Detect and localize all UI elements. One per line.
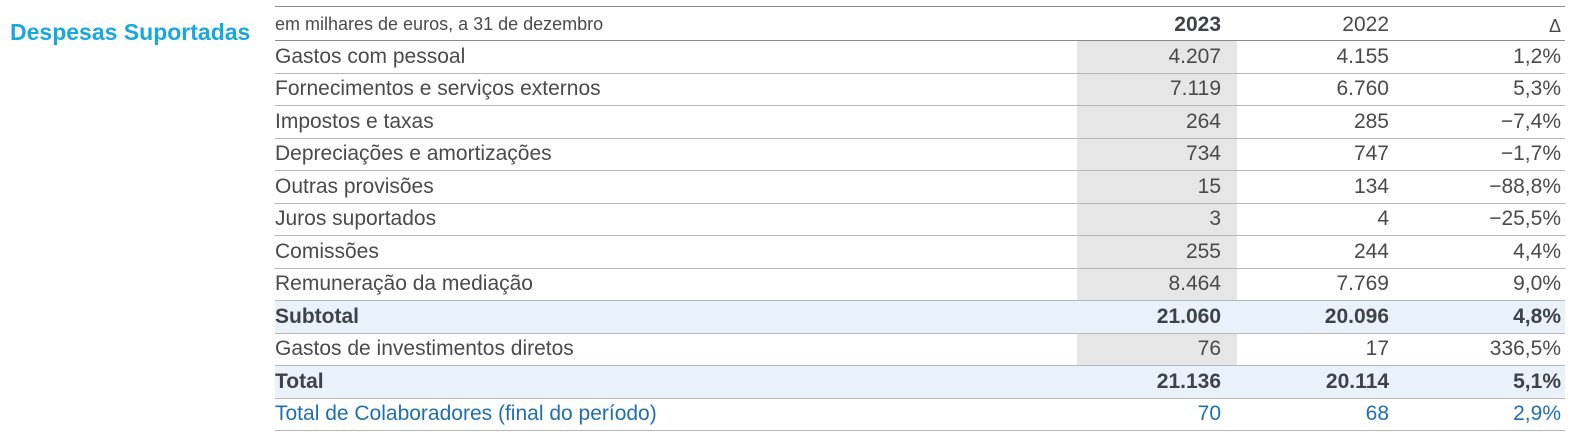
table-row: Outras provisões 15 134 −88,8%: [275, 171, 1565, 204]
value-delta: 1,2%: [1513, 44, 1561, 68]
value-2023: 264: [1077, 106, 1237, 138]
value-2022: 244: [1353, 239, 1389, 263]
row-label: Gastos com pessoal: [275, 44, 466, 68]
value-2023: 76: [1077, 333, 1237, 365]
value-2023: 4.207: [1077, 41, 1237, 73]
value-delta: 336,5%: [1489, 337, 1561, 361]
employees-2022: 68: [1365, 402, 1389, 426]
value-2023: 734: [1077, 138, 1237, 170]
table-header-row: em milhares de euros, a 31 de dezembro 2…: [275, 7, 1565, 41]
value-delta: 4,4%: [1513, 239, 1561, 263]
table-row: Juros suportados 3 4 −25,5%: [275, 203, 1565, 236]
total-row: Total 21.136 20.114 5,1%: [275, 366, 1565, 399]
value-delta: 9,0%: [1513, 272, 1561, 296]
header-2022: 2022: [1342, 13, 1389, 36]
subtotal-row: Subtotal 21.060 20.096 4,8%: [275, 301, 1565, 334]
table-row: Fornecimentos e serviços externos 7.119 …: [275, 73, 1565, 106]
employees-2023: 70: [1197, 402, 1221, 426]
value-delta: −25,5%: [1489, 207, 1561, 231]
direct-investments-row: Gastos de investimentos diretos 76 17 33…: [275, 333, 1565, 366]
subtotal-2023: 21.060: [1156, 304, 1221, 328]
row-label: Depreciações e amortizações: [275, 142, 552, 166]
value-2022: 4.155: [1336, 44, 1389, 68]
unit-note: em milhares de euros, a 31 de dezembro: [275, 14, 604, 34]
employees-label: Total de Colaboradores (final do período…: [275, 402, 657, 426]
table-row: Depreciações e amortizações 734 747 −1,7…: [275, 138, 1565, 171]
table-row: Impostos e taxas 264 285 −7,4%: [275, 106, 1565, 139]
value-2022: 134: [1353, 174, 1389, 198]
value-2022: 4: [1377, 207, 1389, 231]
value-2022: 285: [1353, 109, 1389, 133]
expenses-table: em milhares de euros, a 31 de dezembro 2…: [275, 6, 1565, 431]
value-2023: 8.464: [1077, 268, 1237, 300]
table-row: Remuneração da mediação 8.464 7.769 9,0%: [275, 268, 1565, 301]
value-2023: 255: [1077, 236, 1237, 268]
value-delta: −7,4%: [1500, 109, 1561, 133]
header-2023: 2023: [1174, 13, 1221, 36]
section-title: Despesas Suportadas: [10, 19, 251, 45]
value-2022: 7.769: [1336, 272, 1389, 296]
total-2022: 20.114: [1325, 369, 1389, 393]
row-label: Fornecimentos e serviços externos: [275, 77, 601, 101]
subtotal-label: Subtotal: [275, 304, 359, 328]
value-2022: 747: [1353, 142, 1389, 166]
value-delta: −88,8%: [1489, 174, 1561, 198]
value-2023: 7.119: [1077, 73, 1237, 105]
table-row: Gastos com pessoal 4.207 4.155 1,2%: [275, 41, 1565, 74]
value-delta: −1,7%: [1500, 142, 1561, 166]
row-label: Outras provisões: [275, 174, 434, 198]
header-delta: Δ: [1548, 16, 1561, 36]
row-label: Juros suportados: [275, 207, 437, 231]
row-label: Remuneração da mediação: [275, 272, 533, 296]
value-2022: 6.760: [1336, 77, 1389, 101]
subtotal-2022: 20.096: [1324, 304, 1389, 328]
total-delta: 5,1%: [1513, 369, 1561, 393]
employees-row: Total de Colaboradores (final do período…: [275, 399, 1565, 431]
row-label: Gastos de investimentos diretos: [275, 337, 574, 361]
employees-delta: 2,9%: [1513, 402, 1561, 426]
subtotal-delta: 4,8%: [1513, 304, 1561, 328]
row-label: Impostos e taxas: [275, 109, 434, 133]
row-label: Comissões: [275, 239, 379, 263]
total-label: Total: [275, 369, 324, 393]
value-2023: 3: [1077, 203, 1237, 235]
total-2023: 21.136: [1156, 369, 1221, 393]
value-2023: 15: [1077, 171, 1237, 203]
table-row: Comissões 255 244 4,4%: [275, 236, 1565, 269]
value-delta: 5,3%: [1513, 77, 1561, 101]
value-2022: 17: [1365, 337, 1389, 361]
